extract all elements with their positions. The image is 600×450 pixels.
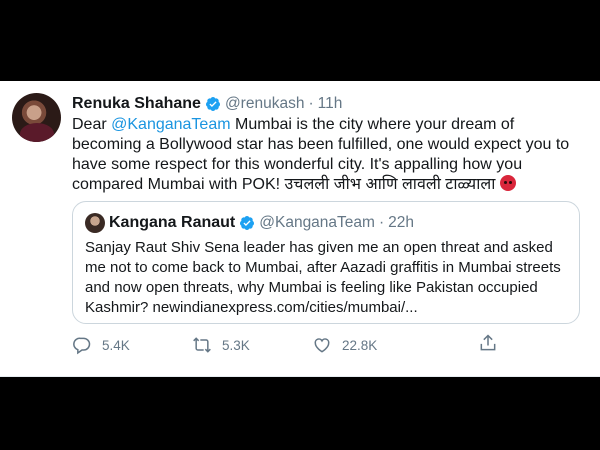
verified-badge-icon <box>240 216 255 230</box>
quoted-tweet[interactable]: Kangana Ranaut @KanganaTeam · 22h Sanjay… <box>72 201 580 324</box>
tweet-card[interactable]: Renuka Shahane @renukash · 11h Dear @Kan… <box>0 81 600 377</box>
author-handle[interactable]: @renukash <box>225 95 305 113</box>
tweet-text: Dear @KanganaTeam Mumbai is the city whe… <box>72 115 582 195</box>
reply-count: 5.4K <box>102 337 130 353</box>
share-button[interactable] <box>478 333 598 353</box>
retweet-icon <box>193 337 211 353</box>
tweet-text-pre: Dear <box>72 116 112 133</box>
angry-face-icon <box>499 175 516 191</box>
author-name[interactable]: Renuka Shahane <box>72 95 201 113</box>
tweet-actions: 5.4K 5.3K 22.8K <box>72 333 502 357</box>
quoted-author-handle: @KanganaTeam <box>259 214 375 231</box>
reply-icon <box>73 337 91 355</box>
retweet-count: 5.3K <box>222 337 250 353</box>
quoted-header-separator: · <box>378 214 385 231</box>
retweet-button[interactable]: 5.3K <box>192 335 312 355</box>
quoted-tweet-timestamp: 22h <box>388 214 414 231</box>
share-icon <box>480 334 496 351</box>
header-separator: · <box>308 95 314 112</box>
like-count: 22.8K <box>342 337 378 353</box>
quoted-tweet-header: Kangana Ranaut @KanganaTeam · 22h <box>85 212 414 234</box>
tweet-timestamp[interactable]: 11h <box>318 95 343 113</box>
mention-link[interactable]: @KanganaTeam <box>111 116 230 133</box>
verified-badge-icon <box>205 97 220 111</box>
reply-button[interactable]: 5.4K <box>72 335 192 355</box>
quoted-tweet-text: Sanjay Raut Shiv Sena leader has given m… <box>85 239 561 316</box>
quoted-author-name: Kangana Ranaut <box>109 214 236 231</box>
quoted-author-avatar <box>85 213 105 233</box>
heart-icon <box>314 338 330 353</box>
like-button[interactable]: 22.8K <box>312 335 432 355</box>
author-avatar[interactable] <box>12 93 61 142</box>
tweet-header: Renuka Shahane @renukash · 11h <box>72 93 342 115</box>
